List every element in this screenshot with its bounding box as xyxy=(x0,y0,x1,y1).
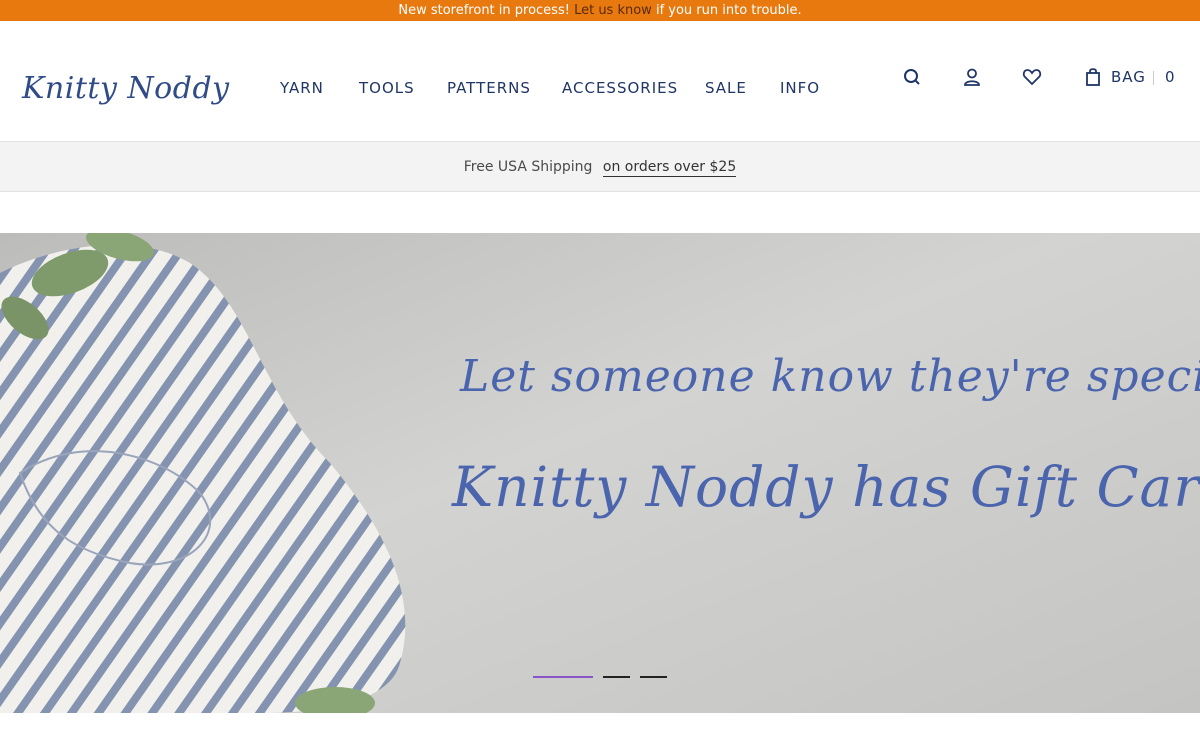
shipping-link[interactable]: on orders over $25 xyxy=(602,159,737,177)
announcement-text-end: if you run into trouble. xyxy=(651,3,802,18)
announcement-text: New storefront in process! xyxy=(398,3,575,18)
hero-carousel[interactable]: Let someone know they're special! Knitty… xyxy=(0,233,1200,713)
bag-count: 0 xyxy=(1165,68,1175,86)
wishlist-heart-icon[interactable] xyxy=(1022,67,1046,91)
hero-subheadline: Knitty Noddy has Gift Cards! xyxy=(452,455,1200,519)
bag-label: BAG xyxy=(1111,68,1146,86)
contact-link[interactable]: Let us know xyxy=(574,3,652,18)
account-icon[interactable] xyxy=(962,67,986,91)
site-header: Knitty Noddy YARN TOOLS PATTERNS ACCESSO… xyxy=(0,21,1200,141)
search-icon[interactable] xyxy=(902,67,926,91)
shipping-text: Free USA Shipping xyxy=(463,159,593,175)
carousel-dot-2[interactable] xyxy=(603,676,630,678)
hero-headline: Let someone know they're special! xyxy=(460,351,1200,402)
bag-divider xyxy=(1153,71,1154,85)
carousel-dot-1[interactable] xyxy=(533,676,593,678)
shipping-banner: Free USA Shipping on orders over $25 xyxy=(0,141,1200,192)
header-actions xyxy=(0,67,1200,97)
carousel-dot-3[interactable] xyxy=(640,676,667,678)
announcement-bar: New storefront in process! Let us know i… xyxy=(0,0,1200,21)
bag-icon xyxy=(1084,67,1102,91)
